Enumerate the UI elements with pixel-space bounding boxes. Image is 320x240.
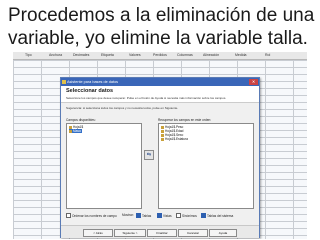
finish-button[interactable]: Finalizar [147, 229, 177, 237]
display-options-row: Ordenar los nombres de campo Mostrar: Ta… [66, 211, 256, 219]
available-fields-list[interactable]: Hoja1$ Masa [66, 123, 142, 209]
list-item[interactable]: Masa [69, 129, 82, 133]
available-fields-label: Campos disponibles: [66, 118, 96, 122]
dialog-header: Seleccionar datos Seleccione los campos … [61, 86, 259, 103]
list-item[interactable]: Hoja1$.Estatura [161, 137, 189, 141]
dialog-footer: < Atrás Siguiente > Finalizar Cancelar A… [61, 225, 259, 238]
system-tables-checkbox[interactable]: Tablas del sistema [201, 213, 233, 218]
sort-fields-checkbox[interactable]: Ordenar los nombres de campo [66, 213, 117, 218]
column-header[interactable]: Tipo [25, 52, 32, 59]
column-header[interactable]: Decimales [73, 52, 89, 59]
app-icon [62, 80, 66, 84]
slide-title: Procedemos a la eliminación de una varia… [8, 5, 315, 49]
move-field-button[interactable]: ⇆ [144, 150, 154, 160]
views-checkbox[interactable]: Vistas [157, 213, 172, 218]
column-header[interactable]: Perdidos [153, 52, 167, 59]
retrieve-fields-label: Recuperar los campos en este orden: [158, 118, 212, 122]
app-screenshot: Tipo Anchura Decimales Etiqueta Valores … [13, 52, 307, 239]
retrieve-fields-list[interactable]: Hoja1$.Peso Hoja1$.Edad Hoja1$.Sexo Hoja… [158, 123, 254, 209]
column-header[interactable]: Etiqueta [101, 52, 114, 59]
instruction-text: Sugerencia: si selecciona todos los camp… [66, 106, 179, 110]
column-header[interactable]: Columnas [177, 52, 193, 59]
synonyms-checkbox[interactable]: Sinónimos [176, 213, 197, 218]
help-button[interactable]: Ayuda [209, 229, 237, 237]
dialog-title: Asistente para bases de datos [67, 80, 119, 84]
show-label: Mostrar: [122, 213, 134, 217]
header-title: Seleccionar datos [66, 88, 114, 94]
column-header[interactable]: Anchura [49, 52, 62, 59]
database-wizard-dialog: Asistente para bases de datos ✕ Seleccio… [60, 77, 260, 238]
column-header[interactable]: Rol [265, 52, 270, 59]
column-header[interactable]: Valores [129, 52, 141, 59]
back-button[interactable]: < Atrás [83, 229, 113, 237]
column-header[interactable]: Medida [235, 52, 246, 59]
field-icon [161, 137, 164, 141]
tables-checkbox[interactable]: Tablas [136, 213, 151, 218]
next-button[interactable]: Siguiente > [114, 229, 146, 237]
column-header-row: Tipo Anchura Decimales Etiqueta Valores … [13, 52, 307, 60]
close-icon[interactable]: ✕ [249, 79, 258, 85]
dialog-titlebar[interactable]: Asistente para bases de datos ✕ [61, 78, 259, 86]
header-subtitle: Seleccione los campos que desee recupera… [66, 96, 227, 100]
table-icon [69, 129, 72, 133]
cancel-button[interactable]: Cancelar [178, 229, 208, 237]
column-header[interactable]: Alineación [203, 52, 219, 59]
